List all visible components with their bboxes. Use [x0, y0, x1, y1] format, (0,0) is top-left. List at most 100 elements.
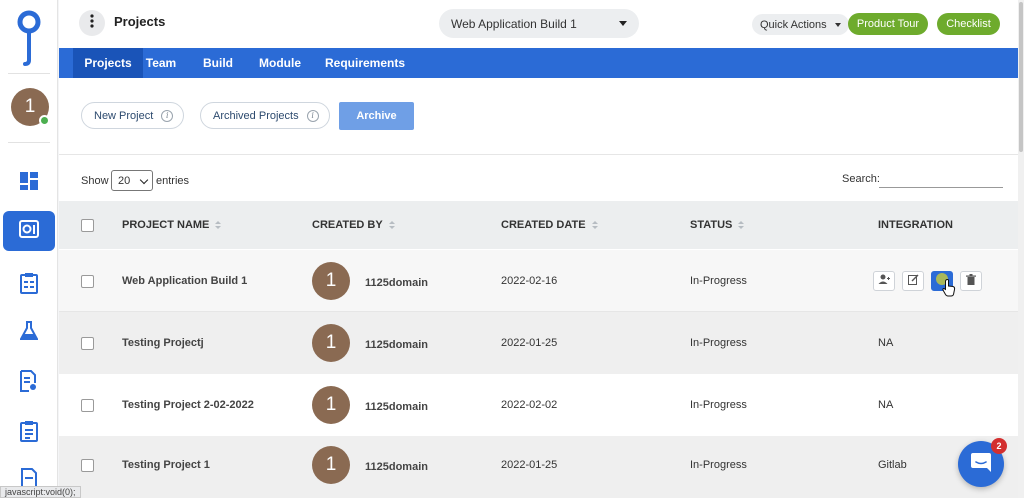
scrollbar-thumb[interactable] [1019, 2, 1023, 152]
created-date: 2022-01-25 [501, 337, 558, 349]
column-header-label: CREATED BY [312, 219, 383, 231]
sort-icon [215, 221, 222, 229]
new-project-label: New Project [94, 109, 154, 122]
table-row[interactable]: Testing Projectj 1 1125domain 2022-01-25… [59, 312, 1018, 374]
avatar: 1 [312, 446, 350, 484]
chevron-down-icon [139, 175, 149, 185]
show-label: Show [81, 175, 109, 187]
chat-bubble-icon [970, 451, 992, 478]
column-header-label: PROJECT NAME [122, 219, 210, 231]
column-header-status[interactable]: STATUS [690, 219, 745, 231]
checklist-button[interactable]: Checklist [937, 13, 1000, 35]
delete-button[interactable] [960, 271, 982, 291]
archive-button[interactable]: Archive [339, 102, 414, 130]
created-date: 2022-02-02 [501, 399, 558, 411]
status-text: In-Progress [690, 337, 747, 349]
tab-projects[interactable]: Projects [73, 48, 143, 78]
lab-flask-icon[interactable] [16, 318, 42, 344]
created-by: 1125domain [365, 277, 428, 289]
product-tour-button[interactable]: Product Tour [848, 13, 928, 35]
avatar: 1 [312, 386, 350, 424]
info-icon[interactable]: i [161, 109, 174, 122]
user-avatar-initial: 1 [24, 96, 36, 117]
browser-status-bar: javascript:void(0); [0, 486, 81, 498]
main-content: New Project i Archived Projects i Archiv… [59, 78, 1018, 498]
content-divider [59, 154, 1018, 155]
column-header-created-date[interactable]: CREATED DATE [501, 219, 598, 231]
avatar: 1 [312, 262, 350, 300]
test-plan-icon[interactable] [16, 270, 42, 296]
caret-down-icon [619, 21, 627, 26]
created-by: 1125domain [365, 339, 428, 351]
column-header-label: STATUS [690, 219, 733, 231]
page-scrollbar[interactable] [1018, 0, 1024, 498]
created-by: 1125domain [365, 461, 428, 473]
edit-button[interactable] [902, 271, 924, 291]
dashboard-icon[interactable] [16, 168, 42, 194]
project-select[interactable]: Web Application Build 1 [439, 9, 639, 38]
select-all-checkbox[interactable] [81, 219, 94, 232]
online-status-dot [39, 115, 50, 126]
edit-icon [907, 272, 919, 290]
tab-team[interactable]: Team [143, 48, 179, 78]
tab-module[interactable]: Module [257, 48, 303, 78]
hand-cursor-icon [942, 279, 956, 302]
project-name[interactable]: Testing Projectj [122, 337, 204, 349]
sort-icon [591, 221, 598, 229]
logo-icon[interactable] [16, 10, 42, 66]
table-row[interactable]: Testing Project 1 1 1125domain 2022-01-2… [59, 436, 1018, 498]
notification-badge: 2 [991, 438, 1007, 454]
search-input[interactable] [879, 170, 1003, 188]
sidebar-divider [8, 73, 50, 74]
table-row[interactable]: Web Application Build 1 1 1125domain 202… [59, 250, 1018, 312]
status-text: In-Progress [690, 399, 747, 411]
quick-actions-dropdown[interactable]: Quick Actions [752, 14, 849, 35]
created-date: 2022-02-16 [501, 275, 558, 287]
document-gear-icon[interactable] [16, 368, 42, 394]
created-by: 1125domain [365, 401, 428, 413]
column-header-integration: INTEGRATION [878, 219, 953, 231]
tab-build[interactable]: Build [202, 48, 234, 78]
kebab-icon [90, 13, 94, 33]
sidebar: 1 [0, 0, 58, 498]
entries-select[interactable]: 20 [111, 170, 153, 191]
status-text: In-Progress [690, 459, 747, 471]
trash-icon [966, 272, 976, 290]
avatar: 1 [312, 324, 350, 362]
integration-value: NA [878, 337, 894, 349]
project-select-value: Web Application Build 1 [451, 16, 577, 31]
integration-value: NA [878, 399, 894, 411]
column-header-label: INTEGRATION [878, 219, 953, 231]
search-label: Search: [842, 173, 880, 185]
tab-requirements[interactable]: Requirements [325, 48, 405, 78]
column-header-label: CREATED DATE [501, 219, 586, 231]
add-user-button[interactable] [873, 271, 895, 291]
project-name[interactable]: Testing Project 2-02-2022 [122, 399, 254, 411]
sidebar-divider [8, 142, 50, 143]
row-checkbox[interactable] [81, 337, 94, 350]
archived-projects-button[interactable]: Archived Projects i [200, 102, 330, 129]
project-name[interactable]: Web Application Build 1 [122, 275, 247, 287]
kebab-menu-button[interactable] [79, 10, 105, 36]
table-header: PROJECT NAME CREATED BY CREATED DATE STA… [59, 201, 1018, 249]
info-icon[interactable]: i [306, 109, 319, 122]
status-text: In-Progress [690, 275, 747, 287]
page-title: Projects [114, 14, 166, 29]
row-checkbox[interactable] [81, 275, 94, 288]
row-checkbox[interactable] [81, 459, 94, 472]
column-header-created-by[interactable]: CREATED BY [312, 219, 395, 231]
table-row[interactable]: Testing Project 2-02-2022 1 1125domain 2… [59, 374, 1018, 436]
projects-icon [18, 218, 40, 245]
project-name[interactable]: Testing Project 1 [122, 459, 210, 471]
sidebar-item-projects[interactable] [3, 211, 55, 251]
row-checkbox[interactable] [81, 399, 94, 412]
clipboard-list-icon[interactable] [16, 418, 42, 444]
sort-icon [738, 221, 745, 229]
entries-select-value: 20 [118, 174, 131, 187]
entries-label: entries [156, 175, 190, 187]
top-header: Projects Web Application Build 1 Quick A… [59, 0, 1018, 48]
caret-down-icon [834, 23, 841, 27]
new-project-button[interactable]: New Project i [81, 102, 185, 129]
column-header-project-name[interactable]: PROJECT NAME [122, 219, 222, 231]
created-date: 2022-01-25 [501, 459, 558, 471]
